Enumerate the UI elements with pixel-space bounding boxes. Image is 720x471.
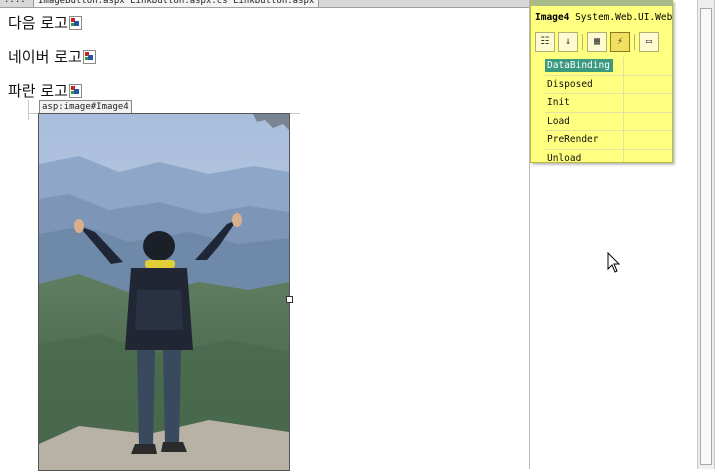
mouse-cursor-icon: [607, 252, 621, 273]
daum-logo-line: 다음 로고: [8, 12, 82, 33]
event-unload[interactable]: Unload: [545, 149, 672, 162]
categorized-icon[interactable]: ☷: [535, 32, 555, 52]
broken-image-icon[interactable]: [68, 15, 82, 30]
resize-grip[interactable]: [286, 296, 293, 303]
event-databinding[interactable]: DataBinding: [545, 57, 672, 76]
event-disposed[interactable]: Disposed: [545, 75, 672, 95]
toolbar-separator: [634, 34, 635, 50]
broken-image-icon[interactable]: [82, 49, 96, 64]
image-control-tag: asp:image#Image4: [39, 100, 132, 114]
broken-image-icon[interactable]: [68, 83, 82, 98]
document-tab-strip: ...: ImageButton.aspx LinkButton.aspx.cs…: [0, 0, 530, 8]
popup-header-strip: [531, 0, 672, 6]
naver-logo-line: 네이버 로고: [8, 46, 96, 67]
mountain-photo-icon: [39, 114, 289, 470]
popup-title: Image4 System.Web.UI.WebCo: [535, 12, 673, 23]
event-init[interactable]: Init: [545, 94, 672, 113]
events-icon[interactable]: ⚡: [610, 32, 630, 52]
properties-events-popup[interactable]: Image4 System.Web.UI.WebCo ☷ ↓ ▦ ⚡ ▭ Dat…: [530, 0, 673, 163]
toolbar-separator: [582, 34, 583, 50]
vertical-scrollbar[interactable]: [697, 0, 715, 469]
scrollbar-thumb[interactable]: [700, 8, 712, 465]
control-type: System.Web.UI.WebCo: [575, 12, 673, 23]
paran-logo-line: 파란 로고: [8, 80, 82, 101]
alphabetical-icon[interactable]: ↓: [558, 32, 578, 52]
popup-toolbar: ☷ ↓ ▦ ⚡ ▭: [535, 32, 659, 52]
selection-guide-line: [28, 100, 29, 120]
tab-imagebutton-aspx[interactable]: ImageButton.aspx LinkButton.aspx.cs Link…: [33, 0, 320, 7]
events-list: DataBinding Disposed Init Load PreRender…: [545, 57, 672, 162]
control-id: Image4: [535, 12, 570, 23]
image4-photo[interactable]: [38, 113, 290, 471]
properties-icon[interactable]: ▦: [587, 32, 607, 52]
daum-logo-label: 다음 로고: [8, 14, 68, 32]
tab-previous[interactable]: ...:: [0, 0, 34, 6]
event-prerender[interactable]: PreRender: [545, 131, 672, 150]
naver-logo-label: 네이버 로고: [8, 48, 82, 66]
event-load[interactable]: Load: [545, 112, 672, 132]
paran-logo-label: 파란 로고: [8, 82, 68, 100]
property-pages-icon[interactable]: ▭: [639, 32, 659, 52]
